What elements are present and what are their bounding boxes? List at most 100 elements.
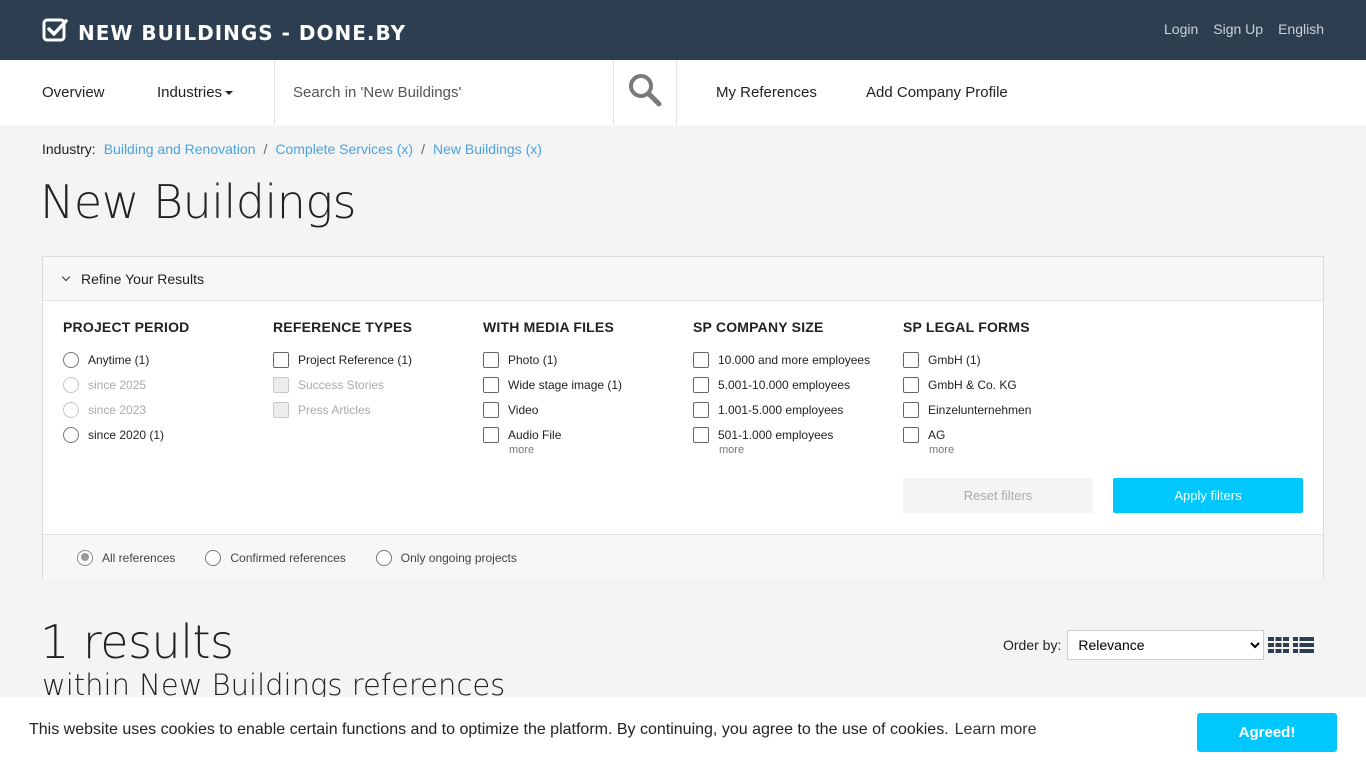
filter-option[interactable]: 10.000 and more employees <box>693 347 893 372</box>
chevron-down-icon <box>61 272 71 281</box>
cookie-banner: This website uses cookies to enable cert… <box>0 697 1366 768</box>
radio-button[interactable] <box>63 426 79 443</box>
breadcrumb-new-buildings[interactable]: New Buildings (x) <box>433 141 542 157</box>
brand-title: NEW BUILDINGS - DONE.BY <box>78 20 407 45</box>
filter-option-label: 10.000 and more employees <box>718 352 871 367</box>
main-nav: Overview Industries My References Add Co… <box>0 60 1366 125</box>
radio-button <box>63 376 79 393</box>
scope-label: Confirmed references <box>230 550 346 565</box>
scope-label: All references <box>102 550 176 565</box>
search-input[interactable] <box>275 60 613 125</box>
filter-option-label: since 2023 <box>88 402 147 417</box>
filter-reference-types: REFERENCE TYPES Project Reference (1) Su… <box>273 319 473 422</box>
search-box <box>274 60 614 125</box>
filter-option[interactable]: GmbH & Co. KG <box>903 372 1103 397</box>
filter-title: PROJECT PERIOD <box>63 319 190 335</box>
radio-button[interactable] <box>63 351 79 368</box>
language-link[interactable]: English <box>1278 21 1324 37</box>
checkbox[interactable] <box>273 351 289 368</box>
filter-option-label: since 2025 <box>88 377 147 392</box>
filter-option[interactable]: 1.001-5.000 employees <box>693 397 893 422</box>
filter-option-label: Anytime (1) <box>88 352 150 367</box>
login-link[interactable]: Login <box>1164 21 1198 37</box>
refine-results-toggle[interactable]: Refine Your Results <box>43 257 1323 301</box>
more-link[interactable]: more <box>929 444 1103 456</box>
scope-all-references[interactable]: All references <box>77 549 176 566</box>
scope-label: Only ongoing projects <box>400 550 517 565</box>
scope-confirmed-references[interactable]: Confirmed references <box>205 549 346 566</box>
nav-industries-label: Industries <box>157 84 223 101</box>
filter-option-label: Photo (1) <box>508 352 558 367</box>
top-links: Login Sign Up English <box>1164 21 1324 37</box>
order-by: Order by: Relevance <box>1003 630 1265 660</box>
checkbox[interactable] <box>483 351 499 368</box>
filter-title: SP LEGAL FORMS <box>903 319 1030 335</box>
checkbox[interactable] <box>693 401 709 418</box>
filter-option: since 2025 <box>63 372 263 397</box>
scope-ongoing-projects[interactable]: Only ongoing projects <box>375 549 517 566</box>
order-by-select[interactable]: Relevance <box>1067 630 1265 660</box>
reset-filters-button[interactable]: Reset filters <box>903 478 1093 513</box>
filter-option[interactable]: Project Reference (1) <box>273 347 473 372</box>
checkbox[interactable] <box>483 426 499 443</box>
filter-option-label: 1.001-5.000 employees <box>718 402 844 417</box>
view-toggle <box>1268 637 1314 658</box>
filter-option[interactable]: 5.001-10.000 employees <box>693 372 893 397</box>
apply-filters-button[interactable]: Apply filters <box>1113 478 1303 513</box>
more-link[interactable]: more <box>719 444 893 456</box>
filter-option-label: AG <box>928 427 946 442</box>
checkbox[interactable] <box>693 376 709 393</box>
caret-down-icon <box>225 91 234 96</box>
filter-option-label: 501-1.000 employees <box>718 427 834 442</box>
list-view-icon[interactable] <box>1293 637 1314 658</box>
reference-scope: All references Confirmed references Only… <box>43 534 1323 580</box>
filter-option[interactable]: Wide stage image (1) <box>483 372 683 397</box>
nav-overview[interactable]: Overview <box>42 60 105 125</box>
search-icon <box>628 73 662 112</box>
radio-button[interactable] <box>375 549 392 566</box>
cookie-agree-button[interactable]: Agreed! <box>1197 713 1337 752</box>
filter-option-label: Einzelunternehmen <box>928 402 1032 417</box>
radio-button[interactable] <box>77 549 93 566</box>
filter-option: since 2023 <box>63 397 263 422</box>
filter-option-label: Press Articles <box>298 402 371 417</box>
filter-option[interactable]: GmbH (1) <box>903 347 1103 372</box>
filter-option[interactable]: Photo (1) <box>483 347 683 372</box>
checkbox[interactable] <box>903 351 919 368</box>
checkbox[interactable] <box>903 376 919 393</box>
nav-add-company[interactable]: Add Company Profile <box>866 60 1008 125</box>
checkbox[interactable] <box>693 426 709 443</box>
brand-logo[interactable]: NEW BUILDINGS - DONE.BY <box>42 17 406 48</box>
learn-more-link[interactable]: Learn more <box>955 721 1037 738</box>
filter-option[interactable]: Video <box>483 397 683 422</box>
filter-option-label: Project Reference (1) <box>298 352 413 367</box>
checkbox[interactable] <box>693 351 709 368</box>
order-by-label: Order by: <box>1003 637 1062 653</box>
signup-link[interactable]: Sign Up <box>1213 21 1263 37</box>
checkbox[interactable] <box>483 401 499 418</box>
checkbox[interactable] <box>903 401 919 418</box>
checkbox[interactable] <box>903 426 919 443</box>
nav-industries[interactable]: Industries <box>157 60 234 125</box>
filter-option: Press Articles <box>273 397 473 422</box>
filter-title: SP COMPANY SIZE <box>693 319 824 335</box>
breadcrumb-building-renovation[interactable]: Building and Renovation <box>104 141 256 157</box>
filter-option-label: Success Stories <box>298 377 385 392</box>
filter-title: REFERENCE TYPES <box>273 319 413 335</box>
nav-my-references[interactable]: My References <box>716 60 817 125</box>
checkbox[interactable] <box>483 376 499 393</box>
filter-option-label: 5.001-10.000 employees <box>718 377 851 392</box>
checkbox <box>273 376 289 393</box>
more-link[interactable]: more <box>509 444 683 456</box>
breadcrumb-complete-services[interactable]: Complete Services (x) <box>275 141 413 157</box>
grid-view-icon[interactable] <box>1268 637 1289 658</box>
filter-option[interactable]: since 2020 (1) <box>63 422 263 447</box>
checkbox-logo-icon <box>42 17 68 48</box>
filter-option[interactable]: Anytime (1) <box>63 347 263 372</box>
radio-button[interactable] <box>205 549 222 566</box>
filter-company-size: SP COMPANY SIZE 10.000 and more employee… <box>693 319 893 456</box>
breadcrumb: Industry: Building and Renovation / Comp… <box>42 141 542 157</box>
search-button[interactable] <box>613 60 677 125</box>
filter-option: Success Stories <box>273 372 473 397</box>
filter-option[interactable]: Einzelunternehmen <box>903 397 1103 422</box>
